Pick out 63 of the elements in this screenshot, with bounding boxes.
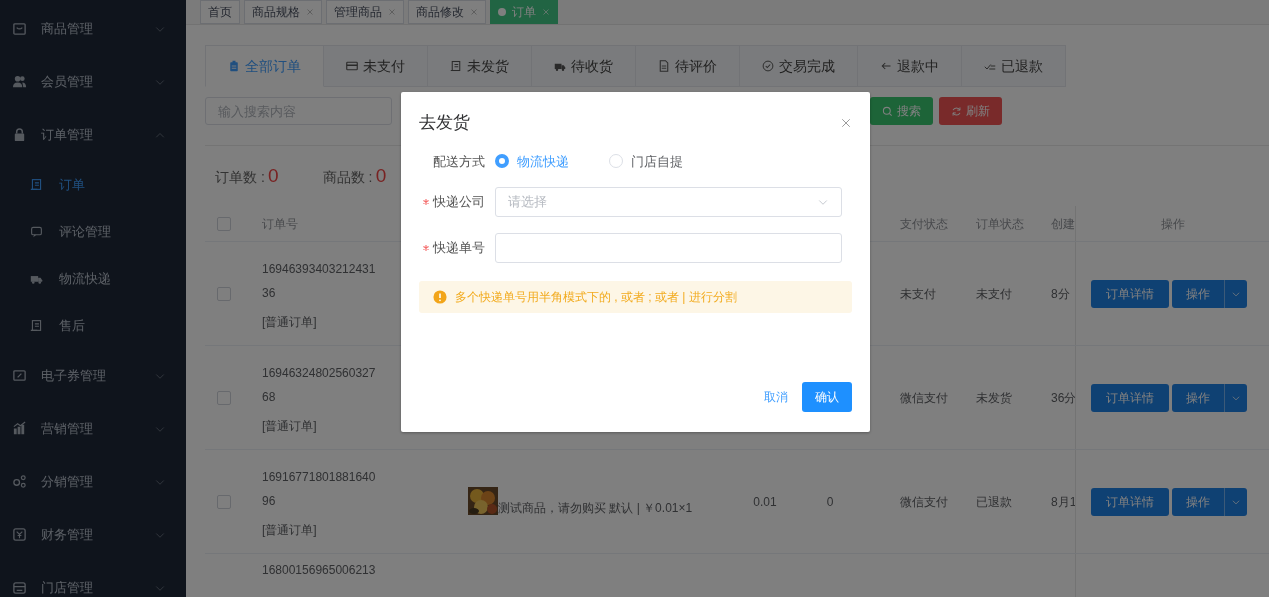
sidebar-subitem[interactable]: 评论管理: [0, 208, 186, 255]
product-info: 测试商品，请勿购买 默认 | ￥0.01×1: [498, 499, 693, 517]
order-number: 1694632480256032768: [262, 364, 377, 406]
field-label: 快递公司: [433, 193, 485, 212]
order-number: 1691677180188164096: [262, 468, 377, 510]
order-number: 16800156965006213: [262, 562, 377, 579]
created-time: 8分: [1051, 286, 1070, 301]
sidebar-item[interactable]: 分销管理: [0, 455, 186, 508]
payment-status: 微信支付: [900, 494, 948, 509]
sidebar-subitem[interactable]: 物流快递: [0, 255, 186, 302]
order-tab[interactable]: 未发货: [428, 45, 532, 87]
field-label: 快递单号: [433, 239, 485, 258]
confirm-button[interactable]: 确认: [802, 382, 852, 412]
order-number: 1694639340321243136: [262, 260, 377, 302]
order-status: 已退款: [976, 494, 1012, 509]
dialog-title: 去发货: [419, 112, 470, 134]
count-label: 订单数 :: [215, 167, 265, 187]
sidebar-item[interactable]: 商品管理: [0, 2, 186, 55]
order-type: [普通订单]: [262, 417, 318, 435]
sidebar-item[interactable]: 订单管理: [0, 108, 186, 161]
order-tab[interactable]: 待评价: [636, 45, 740, 87]
order-tab[interactable]: 退款中: [858, 45, 962, 87]
page-tag[interactable]: 商品修改: [408, 0, 486, 24]
sidebar-item[interactable]: 电子券管理: [0, 349, 186, 402]
payment-status: 微信支付: [900, 390, 948, 405]
order-status: 未支付: [976, 286, 1012, 301]
order-amount: 0.01: [753, 494, 777, 509]
sidebar-item[interactable]: 营销管理: [0, 402, 186, 455]
order-detail-button[interactable]: 订单详情: [1091, 487, 1169, 516]
sidebar-item[interactable]: 门店管理: [0, 561, 186, 597]
created-time: 36分: [1051, 390, 1075, 405]
order-status: 未发货: [976, 390, 1012, 405]
page-tag[interactable]: 商品规格: [244, 0, 322, 24]
table-cell: 0: [826, 494, 834, 509]
order-detail-button[interactable]: 订单详情: [1091, 279, 1169, 308]
order-tab[interactable]: 交易完成: [740, 45, 858, 87]
order-type: [普通订单]: [262, 313, 318, 331]
cancel-button[interactable]: 取消: [764, 388, 788, 406]
created-time: 8月1: [1051, 494, 1075, 509]
refresh-button[interactable]: 刷新: [939, 97, 1002, 125]
sidebar-subitem[interactable]: 售后: [0, 302, 186, 349]
order-tab[interactable]: 待收货: [532, 45, 636, 87]
order-type: [普通订单]: [262, 521, 318, 539]
count-label: 商品数 :: [322, 167, 373, 187]
count-value: 0: [268, 163, 279, 188]
page-tag[interactable]: 首页: [200, 0, 240, 24]
sidebar-item[interactable]: 会员管理: [0, 55, 186, 108]
sidebar-subitem[interactable]: 订单: [0, 161, 186, 208]
order-tab[interactable]: 全部订单: [205, 45, 324, 87]
sidebar-item[interactable]: 财务管理: [0, 508, 186, 561]
order-detail-button[interactable]: 订单详情: [1091, 383, 1169, 412]
select-field[interactable]: 请选择: [495, 187, 842, 217]
order-tab[interactable]: 已退款: [962, 45, 1066, 87]
payment-status: 未支付: [900, 286, 936, 301]
search-button[interactable]: 搜索: [870, 97, 933, 125]
count-value: 0: [375, 163, 387, 188]
radio-option[interactable]: 物流快递: [495, 151, 569, 171]
alert-text: 多个快递单号用半角模式下的 , 或者 ; 或者 | 进行分割: [455, 289, 737, 306]
page-tag[interactable]: 管理商品: [326, 0, 404, 24]
order-tab[interactable]: 未支付: [324, 45, 428, 87]
page-tag[interactable]: 订单: [490, 0, 558, 24]
field-label: 配送方式: [432, 152, 485, 171]
radio-option[interactable]: 门店自提: [609, 151, 683, 171]
